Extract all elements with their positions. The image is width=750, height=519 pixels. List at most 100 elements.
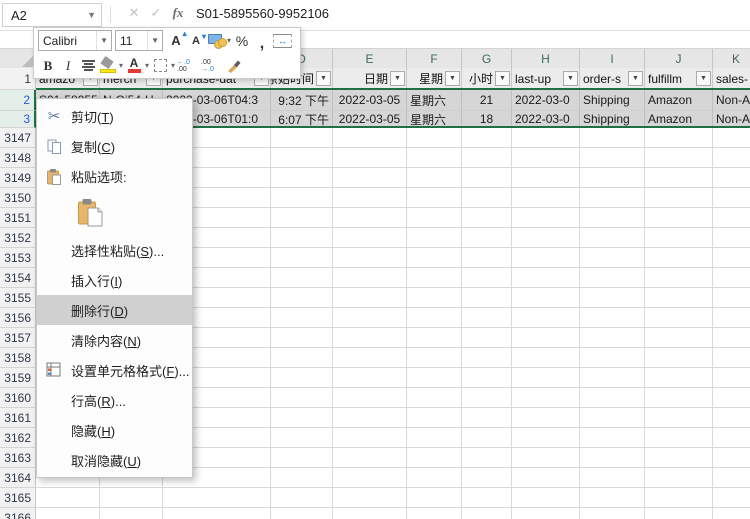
cell-K3162[interactable]: [713, 428, 750, 448]
row-header-3147[interactable]: 3147: [0, 128, 36, 148]
row-header-3160[interactable]: 3160: [0, 388, 36, 408]
cell-D2[interactable]: 9:32 下午: [271, 90, 333, 111]
cell-G3154[interactable]: [462, 268, 512, 288]
cell-F3155[interactable]: [407, 288, 462, 308]
decrease-decimal-button[interactable]: .00 →.0: [201, 55, 223, 76]
cell-H3163[interactable]: [512, 448, 580, 468]
row-header-3154[interactable]: 3154: [0, 268, 36, 288]
cell-F3166[interactable]: [407, 508, 462, 519]
cell-H3152[interactable]: [512, 228, 580, 248]
menu-item-insert-rows[interactable]: 插入行(I): [37, 265, 192, 295]
row-header-3149[interactable]: 3149: [0, 168, 36, 188]
cell-D3160[interactable]: [271, 388, 333, 408]
cell-G3148[interactable]: [462, 148, 512, 168]
cell-G3159[interactable]: [462, 368, 512, 388]
cell-D3149[interactable]: [271, 168, 333, 188]
cell-I3148[interactable]: [580, 148, 645, 168]
bold-button[interactable]: B: [39, 55, 57, 76]
cell-I3149[interactable]: [580, 168, 645, 188]
cell-E3163[interactable]: [333, 448, 407, 468]
cell-J3149[interactable]: [645, 168, 713, 188]
cell-H1[interactable]: last-up ▼: [512, 68, 580, 90]
cell-H3161[interactable]: [512, 408, 580, 428]
cell-J3156[interactable]: [645, 308, 713, 328]
cell-K3158[interactable]: [713, 348, 750, 368]
cell-I1[interactable]: order-s ▼: [580, 68, 645, 90]
cell-F3148[interactable]: [407, 148, 462, 168]
cell-F3157[interactable]: [407, 328, 462, 348]
cell-H3153[interactable]: [512, 248, 580, 268]
cell-C3165[interactable]: [163, 488, 271, 508]
row-header-3148[interactable]: 3148: [0, 148, 36, 168]
cell-F1[interactable]: 星期 ▼: [407, 68, 462, 90]
cell-I3147[interactable]: [580, 128, 645, 148]
cell-E3158[interactable]: [333, 348, 407, 368]
cell-E3156[interactable]: [333, 308, 407, 328]
cell-I3164[interactable]: [580, 468, 645, 488]
filter-dropdown-icon[interactable]: ▼: [495, 70, 510, 86]
cell-I3160[interactable]: [580, 388, 645, 408]
cell-K3166[interactable]: [713, 508, 750, 519]
cell-G3165[interactable]: [462, 488, 512, 508]
cell-F3147[interactable]: [407, 128, 462, 148]
cell-J3165[interactable]: [645, 488, 713, 508]
cell-J3159[interactable]: [645, 368, 713, 388]
cell-G3147[interactable]: [462, 128, 512, 148]
cell-I3158[interactable]: [580, 348, 645, 368]
menu-item-format-cells[interactable]: 设置单元格格式(F)...: [37, 355, 192, 385]
row-header-3161[interactable]: 3161: [0, 408, 36, 428]
font-size-select[interactable]: 11 ▼: [115, 30, 163, 51]
cell-J2[interactable]: Amazon: [645, 90, 713, 111]
cell-F3153[interactable]: [407, 248, 462, 268]
menu-item-paste-options[interactable]: 粘贴选项:: [37, 161, 192, 191]
menu-item-unhide[interactable]: 取消隐藏(U): [37, 445, 192, 475]
cell-K3147[interactable]: [713, 128, 750, 148]
cell-I3166[interactable]: [580, 508, 645, 519]
cell-F3164[interactable]: [407, 468, 462, 488]
italic-button[interactable]: I: [59, 55, 77, 76]
cell-I3155[interactable]: [580, 288, 645, 308]
cell-G3151[interactable]: [462, 208, 512, 228]
cell-I3151[interactable]: [580, 208, 645, 228]
cell-D3152[interactable]: [271, 228, 333, 248]
cell-F3156[interactable]: [407, 308, 462, 328]
percent-style-button[interactable]: %: [233, 30, 251, 51]
cell-F3152[interactable]: [407, 228, 462, 248]
cell-G3155[interactable]: [462, 288, 512, 308]
row-header-3155[interactable]: 3155: [0, 288, 36, 308]
filter-dropdown-icon[interactable]: ▼: [390, 70, 405, 86]
cell-D3151[interactable]: [271, 208, 333, 228]
cell-A3165[interactable]: [36, 488, 100, 508]
cell-E3166[interactable]: [333, 508, 407, 519]
cell-F3160[interactable]: [407, 388, 462, 408]
cell-G3161[interactable]: [462, 408, 512, 428]
cell-J3155[interactable]: [645, 288, 713, 308]
cell-G3153[interactable]: [462, 248, 512, 268]
row-header-3152[interactable]: 3152: [0, 228, 36, 248]
cell-J3154[interactable]: [645, 268, 713, 288]
row-header-3166[interactable]: 3166: [0, 508, 36, 519]
chevron-down-icon[interactable]: ▾: [171, 61, 175, 70]
cell-E3153[interactable]: [333, 248, 407, 268]
cell-D3153[interactable]: [271, 248, 333, 268]
menu-item-delete-rows[interactable]: 删除行(D): [37, 295, 192, 325]
cell-G3152[interactable]: [462, 228, 512, 248]
cell-J3157[interactable]: [645, 328, 713, 348]
cell-K3157[interactable]: [713, 328, 750, 348]
cell-J3150[interactable]: [645, 188, 713, 208]
cell-H3150[interactable]: [512, 188, 580, 208]
cell-J3148[interactable]: [645, 148, 713, 168]
filter-dropdown-icon[interactable]: ▼: [316, 70, 331, 86]
cell-E2[interactable]: 2022-03-05: [333, 90, 407, 111]
column-header-I[interactable]: I: [580, 49, 645, 69]
column-header-H[interactable]: H: [512, 49, 580, 69]
cell-D3155[interactable]: [271, 288, 333, 308]
cell-G3164[interactable]: [462, 468, 512, 488]
cell-D3156[interactable]: [271, 308, 333, 328]
cell-G3156[interactable]: [462, 308, 512, 328]
grow-font-button[interactable]: A: [167, 29, 187, 51]
cell-F3165[interactable]: [407, 488, 462, 508]
cell-I3154[interactable]: [580, 268, 645, 288]
cell-H3155[interactable]: [512, 288, 580, 308]
cell-G3160[interactable]: [462, 388, 512, 408]
